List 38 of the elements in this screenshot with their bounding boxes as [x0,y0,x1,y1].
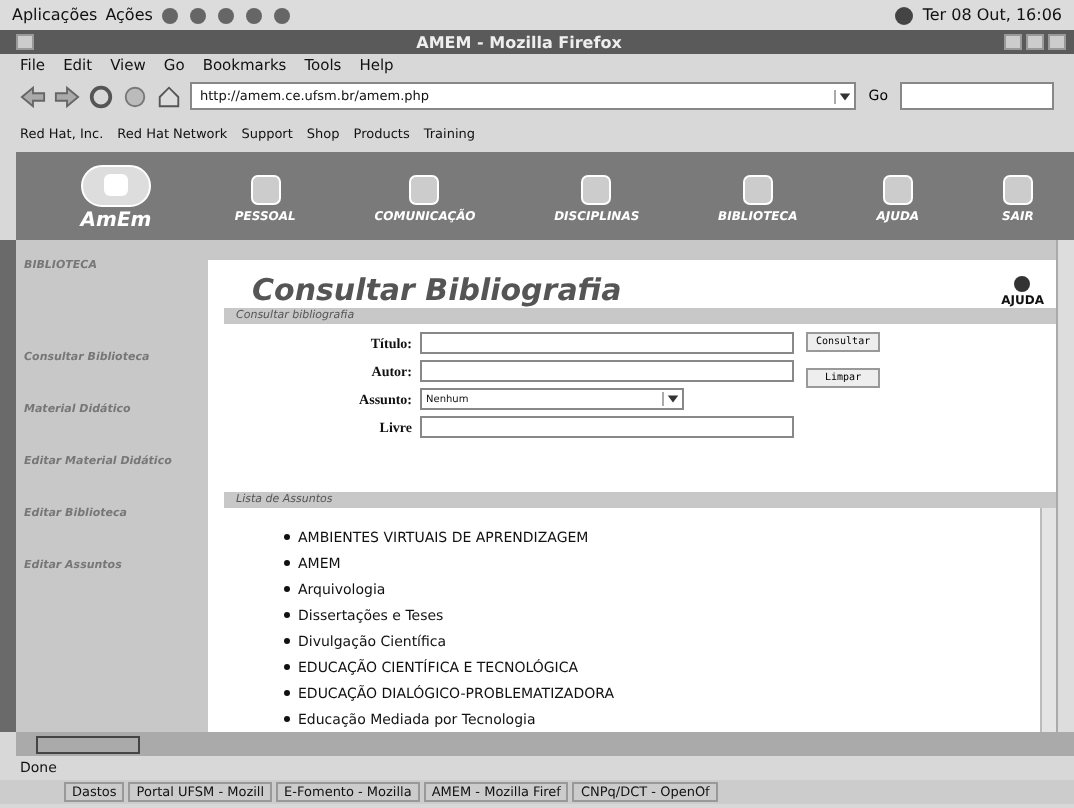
circle-icon[interactable] [1010,274,1035,294]
clock[interactable]: Ter 08 Out, 16:06 [922,6,1062,24]
bullet-icon [284,638,290,644]
reload-icon[interactable] [88,83,114,109]
scrollbar[interactable] [1040,508,1056,732]
bullet-icon [284,664,290,670]
tile-icon[interactable] [997,169,1038,209]
search-field[interactable] [900,82,1054,110]
launcher-icon[interactable] [244,5,265,25]
bullet-icon [284,716,290,722]
bullet-icon [284,690,290,696]
panel-menu[interactable]: Aplicações [12,6,98,24]
input-field[interactable] [420,360,794,382]
tile-icon[interactable] [245,169,286,209]
tile-icon[interactable] [737,169,778,209]
back-arrow-icon[interactable] [20,83,46,109]
dropdown-arrow-icon[interactable] [662,392,682,406]
forward-arrow-icon[interactable] [54,83,80,109]
launcher-icon[interactable] [188,5,209,25]
dropdown-arrow-icon[interactable] [834,89,855,103]
bullet-icon [284,612,290,618]
input-field[interactable] [420,416,794,438]
launcher-icon[interactable] [160,5,181,25]
bullet-icon [284,586,290,592]
home-icon[interactable] [156,83,182,109]
launcher-icon[interactable] [272,5,293,25]
window-title: AMEM - Mozilla Firefox [414,33,624,51]
bullet-icon [284,560,290,566]
stop-icon[interactable] [122,83,148,109]
page-heading: Consultar Bibliografia [252,272,622,308]
tile-icon[interactable] [877,169,918,209]
panel-menu[interactable]: Ações [105,6,153,24]
input-field[interactable] [420,332,794,354]
tile-icon[interactable] [404,169,445,209]
page-scrollbar[interactable] [1056,240,1074,732]
bullet-icon [284,534,290,540]
launcher-icon[interactable] [216,5,237,25]
tile-icon[interactable] [576,169,617,209]
